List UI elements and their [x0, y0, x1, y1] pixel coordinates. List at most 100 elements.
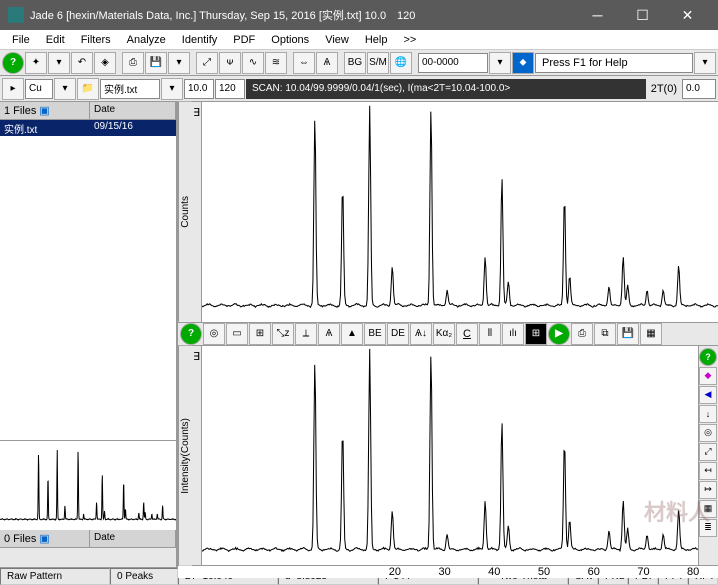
filename-input[interactable]: [100, 79, 160, 99]
pdf-go-icon[interactable]: ⬥: [512, 52, 534, 74]
dropdown2-icon[interactable]: ▾: [168, 52, 190, 74]
menu-help[interactable]: Help: [357, 32, 396, 48]
scale-toggle2[interactable]: ∃: [192, 346, 202, 566]
mw-icon[interactable]: Ѧ↓: [410, 323, 432, 345]
pdf-dropdown-icon[interactable]: ▾: [489, 52, 511, 74]
play-icon[interactable]: ▶: [548, 323, 570, 345]
range-hi-input[interactable]: [215, 79, 245, 99]
peaks-icon[interactable]: ᴪ: [219, 52, 241, 74]
maximize-button[interactable]: ☐: [620, 0, 665, 30]
menu-filters[interactable]: Filters: [73, 32, 119, 48]
titlebar: Jade 6 [hexin/Materials Data, Inc.] Thur…: [0, 0, 718, 30]
filelist-count: 1 Files ▣: [0, 102, 90, 119]
side-help-icon[interactable]: ?: [699, 348, 717, 366]
toolbar-main: ? ✦ ▾ ↶ ◈ ⎙ 💾 ▾ ⤢ ᴪ ∿ ≋ ⇔ Ѧ BG S/M 🌐 ▾ ⬥…: [0, 50, 718, 76]
side-diamond-icon[interactable]: ◆: [699, 367, 717, 385]
range-lo-input[interactable]: [184, 79, 214, 99]
smooth-icon[interactable]: ∿: [242, 52, 264, 74]
scan-status: SCAN: 10.04/99.9999/0.04/1(sec), I(ma<2T…: [246, 79, 646, 99]
c-underline-icon[interactable]: C: [456, 323, 478, 345]
top-chart[interactable]: Counts ∃: [178, 102, 718, 323]
side-overlay-icon[interactable]: ≣: [699, 519, 717, 537]
chart-area: Counts ∃ ? ◎ ▭ ⊞ ⤡z ⟂ Ѧ ▲ BE DE Ѧ↓ Kα₂ C…: [178, 102, 718, 567]
bars-icon[interactable]: ılı: [502, 323, 524, 345]
copy-icon[interactable]: ⧉: [594, 323, 616, 345]
bottom-ylabel: Intensity(Counts): [178, 346, 192, 566]
two-theta-label: 2T(0): [647, 83, 681, 95]
chart-help-icon[interactable]: ?: [180, 323, 202, 345]
be-icon[interactable]: BE: [364, 323, 386, 345]
save-icon[interactable]: 💾: [145, 52, 167, 74]
minus-icon[interactable]: ▭: [226, 323, 248, 345]
strip-icon[interactable]: ≋: [265, 52, 287, 74]
peak-list-icon[interactable]: ⦀: [479, 323, 501, 345]
x-axis: 20 30 40 50 60 70 80: [178, 566, 718, 578]
help-hint: Press F1 for Help: [535, 53, 693, 73]
top-ylabel: Counts: [178, 102, 192, 322]
help-dropdown-icon[interactable]: ▾: [694, 52, 716, 74]
peak-fill-icon[interactable]: ▲: [341, 323, 363, 345]
pointer-z-icon[interactable]: ⤡z: [272, 323, 294, 345]
help-icon[interactable]: ?: [2, 52, 24, 74]
close-button[interactable]: ✕: [665, 0, 710, 30]
menu-view[interactable]: View: [317, 32, 357, 48]
printer2-icon[interactable]: ⎙: [571, 323, 593, 345]
zoom-icon[interactable]: ⤢: [196, 52, 218, 74]
side-target-icon[interactable]: ◎: [699, 424, 717, 442]
thumbnail-chart[interactable]: [0, 440, 176, 530]
menu-more[interactable]: >>: [395, 32, 424, 48]
bottom-count: 0 Files ▣: [0, 530, 90, 547]
side-left-icon[interactable]: ◀: [699, 386, 717, 404]
grid-icon[interactable]: ⊞: [249, 323, 271, 345]
fit-icon[interactable]: Ѧ: [316, 52, 338, 74]
save2-icon[interactable]: 💾: [617, 323, 639, 345]
side-fit-icon[interactable]: ⤢: [699, 443, 717, 461]
menu-analyze[interactable]: Analyze: [119, 32, 174, 48]
ka2-icon[interactable]: Kα₂: [433, 323, 455, 345]
filelist[interactable]: 实例.txt 09/15/16: [0, 120, 176, 440]
flag-icon[interactable]: ▸: [2, 78, 24, 100]
redo-icon[interactable]: ◈: [94, 52, 116, 74]
two-theta-input[interactable]: [682, 79, 716, 99]
dropdown-icon[interactable]: ▾: [48, 52, 70, 74]
de-icon[interactable]: DE: [387, 323, 409, 345]
minimize-button[interactable]: ─: [575, 0, 620, 30]
bottom-date-col: Date: [90, 530, 176, 547]
list-item[interactable]: 实例.txt 09/15/16: [0, 120, 176, 136]
element-dropdown-icon[interactable]: ▾: [54, 78, 76, 100]
sm-label-icon[interactable]: S/M: [367, 52, 389, 74]
folder-icon[interactable]: 📁: [77, 78, 99, 100]
toolbar-secondary: ▸ ▾ 📁 ▾ SCAN: 10.04/99.9999/0.04/1(sec),…: [0, 76, 718, 102]
print-icon[interactable]: ⎙: [122, 52, 144, 74]
color-icon[interactable]: ▦: [640, 323, 662, 345]
side-color-icon[interactable]: ▦: [699, 500, 717, 518]
menu-identify[interactable]: Identify: [174, 32, 225, 48]
scale-toggle[interactable]: ∃: [192, 102, 202, 322]
menu-edit[interactable]: Edit: [38, 32, 73, 48]
chart-toolbar: ? ◎ ▭ ⊞ ⤡z ⟂ Ѧ ▲ BE DE Ѧ↓ Kα₂ C ⦀ ılı ⊞ …: [178, 323, 718, 346]
bottom-chart[interactable]: Intensity(Counts) ∃ ? ◆ ◀ ↓ ◎ ⤢ ↤ ↦ ▦ ≣: [178, 346, 718, 567]
side-down-icon[interactable]: ↓: [699, 405, 717, 423]
ruler-icon[interactable]: ⟂: [295, 323, 317, 345]
filelist-date-col: Date: [90, 102, 176, 119]
peak-marker-icon[interactable]: Ѧ: [318, 323, 340, 345]
window-icon[interactable]: ⊞: [525, 323, 547, 345]
file-dropdown-icon[interactable]: ▾: [161, 78, 183, 100]
pdf-code-input[interactable]: [418, 53, 488, 73]
menu-pdf[interactable]: PDF: [225, 32, 263, 48]
status-peaks: 0 Peaks: [110, 568, 178, 585]
shift-icon[interactable]: ⇔: [293, 52, 315, 74]
element-input[interactable]: [25, 79, 53, 99]
app-icon: [8, 7, 24, 23]
side-nudge-right-icon[interactable]: ↦: [699, 481, 717, 499]
sidebar: 1 Files ▣ Date 实例.txt 09/15/16 0 Files ▣…: [0, 102, 178, 567]
undo-icon[interactable]: ↶: [71, 52, 93, 74]
menu-file[interactable]: File: [4, 32, 38, 48]
globe-icon[interactable]: 🌐: [390, 52, 412, 74]
filelist-header: 1 Files ▣ Date: [0, 102, 176, 120]
cursor-tool-icon[interactable]: ✦: [25, 52, 47, 74]
target-icon[interactable]: ◎: [203, 323, 225, 345]
side-nudge-left-icon[interactable]: ↤: [699, 462, 717, 480]
bg-label-icon[interactable]: BG: [344, 52, 366, 74]
menu-options[interactable]: Options: [263, 32, 317, 48]
